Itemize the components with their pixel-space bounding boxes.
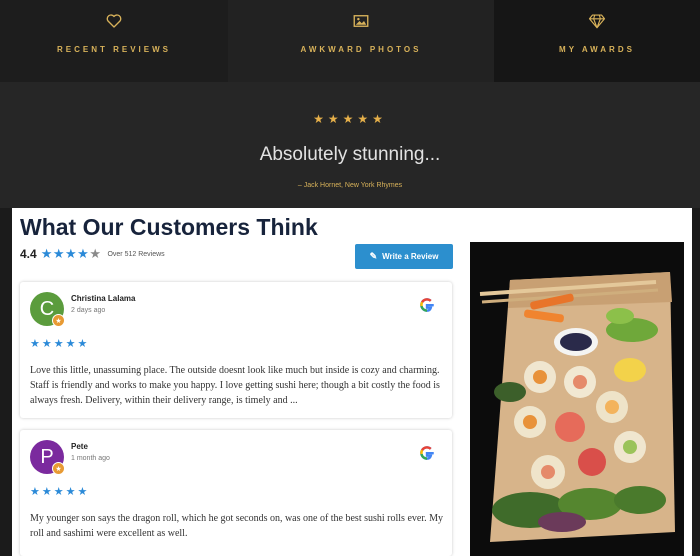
rating-summary: 4.4 ★★★★★ Over 512 Reviews: [20, 246, 165, 262]
write-review-button[interactable]: ✎ Write a Review: [355, 244, 453, 269]
sushi-platter-photo: [470, 242, 684, 556]
reviews-widget: What Our Customers Think 4.4 ★★★★★ Over …: [12, 208, 692, 556]
google-icon[interactable]: [418, 444, 436, 462]
nav-label: AWKWARD PHOTOS: [300, 45, 422, 54]
reviewer-name: Christina Lalama: [71, 294, 136, 303]
nav-label: RECENT REVIEWS: [56, 45, 171, 54]
google-icon[interactable]: [418, 296, 436, 314]
write-review-label: Write a Review: [382, 252, 439, 261]
average-rating: 4.4: [20, 247, 37, 261]
nav-label: MY AWARDS: [559, 45, 635, 54]
nav-awkward-photos[interactable]: AWKWARD PHOTOS: [228, 0, 494, 82]
rating-stars: ★★★★★: [40, 246, 102, 261]
reviewer-name: Pete: [71, 442, 88, 451]
testimonial-band: ★★★★★ Absolutely stunning... – Jack Horn…: [0, 82, 700, 208]
diamond-icon: [588, 14, 606, 29]
top-navigation: RECENT REVIEWS AWKWARD PHOTOS MY AWARDS: [0, 0, 700, 82]
review-card: P ★ Pete 1 month ago ★★★★★ My younger so…: [20, 430, 452, 556]
sushi-platter-illustration: [470, 242, 684, 556]
nav-my-awards[interactable]: MY AWARDS: [494, 0, 700, 82]
review-count: Over 512 Reviews: [107, 250, 165, 258]
review-card: C ★ Christina Lalama 2 days ago ★★★★★ Lo…: [20, 282, 452, 418]
review-stars: ★★★★★: [30, 338, 90, 350]
widget-heading: What Our Customers Think: [20, 214, 318, 240]
testimonial-quote: Absolutely stunning...: [259, 144, 441, 165]
review-text: My younger son says the dragon roll, whi…: [30, 513, 443, 539]
image-icon: [353, 15, 369, 27]
reviewer-badge-icon: ★: [52, 462, 65, 475]
review-text: Love this little, unassuming place. The …: [30, 365, 440, 406]
pencil-icon: ✎: [369, 251, 378, 261]
review-date: 1 month ago: [71, 455, 110, 462]
heart-icon: [106, 14, 122, 28]
nav-recent-reviews[interactable]: RECENT REVIEWS: [0, 0, 228, 82]
review-date: 2 days ago: [71, 307, 106, 314]
testimonial-stars: ★★★★★: [313, 112, 387, 126]
testimonial-author: – Jack Hornet, New York Rhymes: [297, 182, 403, 189]
review-stars: ★★★★★: [30, 486, 90, 498]
reviewer-badge-icon: ★: [52, 314, 65, 327]
